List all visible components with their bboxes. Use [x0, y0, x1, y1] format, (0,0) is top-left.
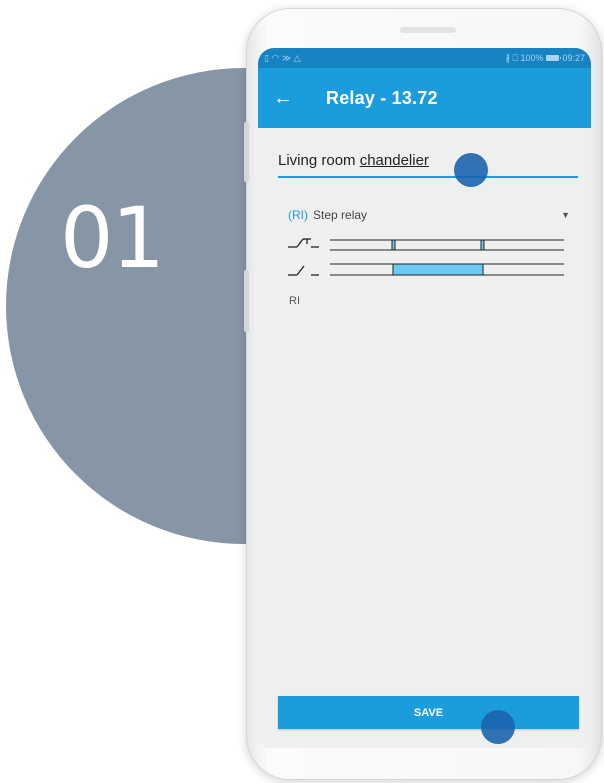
output-signal-trace	[330, 263, 564, 276]
input-signal-trace	[330, 239, 564, 251]
step-number: 01	[60, 189, 165, 287]
status-icons-right: ∦ ⎕ 100% 09:27	[506, 53, 585, 64]
input-pushbutton-symbol	[288, 238, 319, 248]
relay-name-underlined-text: chandelier	[359, 152, 429, 169]
save-button[interactable]: SAVE	[278, 696, 579, 729]
status-icons-left: ▯ ◠ ≫ △	[264, 52, 301, 63]
status-bar: ▯ ◠ ≫ △ ∦ ⎕ 100% 09:27	[258, 48, 591, 68]
battery-icon	[546, 55, 562, 61]
touch-indicator-name	[454, 153, 488, 187]
relay-type-label: Step relay	[313, 208, 368, 222]
relay-type-select[interactable]: (RI) Step relay ▼	[288, 206, 570, 224]
input-pulse	[391, 239, 396, 251]
input-pulse	[480, 239, 485, 251]
relay-name-text: Living room	[278, 152, 360, 169]
phone-power-button	[244, 270, 249, 332]
dropdown-arrow-icon[interactable]: ▼	[561, 210, 570, 220]
output-contact-symbol	[288, 265, 319, 276]
output-on-state	[392, 263, 484, 276]
relay-timing-diagram	[288, 238, 564, 276]
app-bar: ← Relay - 13.72	[258, 68, 591, 128]
phone-speaker	[400, 27, 456, 33]
page-title: Relay - 13.72	[326, 87, 438, 108]
arrow-left-icon[interactable]: ←	[258, 87, 308, 110]
relay-type-short: RI	[289, 295, 300, 307]
relay-type-code: (RI)	[288, 208, 308, 222]
status-time: 09:27	[562, 53, 585, 63]
phone-volume-button	[244, 122, 249, 182]
touch-indicator-save	[481, 710, 515, 744]
app-screen: ▯ ◠ ≫ △ ∦ ⎕ 100% 09:27 ← Relay - 13.72 L…	[258, 48, 591, 748]
relay-name-input[interactable]: Living room chandelier	[278, 152, 578, 178]
status-indicators: ∦ ⎕ 100%	[505, 52, 544, 63]
